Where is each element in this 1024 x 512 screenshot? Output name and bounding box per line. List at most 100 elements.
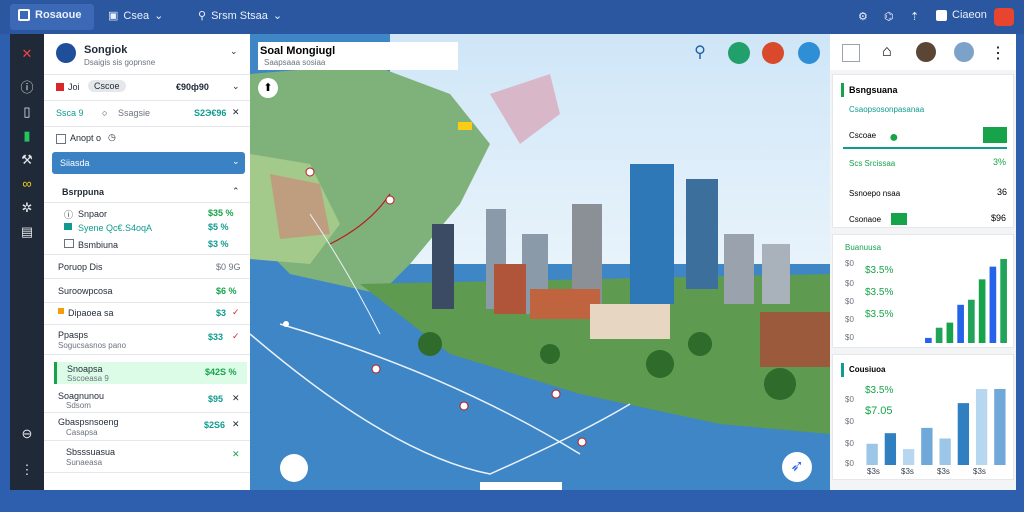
right-panel: ⌂ ⋮ Bsngsuana Csaopsosonpasanaa Cscoae ●…	[830, 34, 1016, 490]
list-item[interactable]: Bsmbiuna $3 %	[44, 236, 250, 255]
avatar[interactable]	[916, 42, 936, 62]
avatar[interactable]	[954, 42, 974, 62]
filter-row[interactable]: Joi Cscoe €90ф90 ⌄	[44, 76, 250, 101]
location-button[interactable]	[280, 454, 308, 482]
document-icon[interactable]: ▯	[19, 104, 35, 120]
grid-icon[interactable]	[842, 44, 860, 62]
list-item[interactable]: Sbsssuasua Sunaeasa ✕	[44, 444, 250, 473]
flag-icon	[56, 83, 64, 91]
chart-bar	[978, 279, 986, 343]
chevron-down-icon: ⌄	[232, 156, 240, 166]
chart-bar	[957, 304, 964, 343]
map-pin	[459, 401, 469, 411]
close-icon[interactable]: ✕	[232, 393, 240, 404]
stats-card: Bsngsuana Csaopsosonpasanaa Cscoae ● Scs…	[832, 74, 1014, 228]
list-item[interactable]: Soagnunou Sdsom $95 ✕	[44, 388, 250, 413]
chart-card: Cousiuoa $3.5% $7.05 $0 $0 $0 $0 $3s $3s…	[832, 354, 1014, 480]
chevron-down-icon: ⌄	[272, 10, 283, 22]
list-item[interactable]: Dipaoea sa $3 ✓	[44, 302, 250, 325]
chart-bar	[921, 427, 933, 465]
list-item[interactable]: Syene Qc€.S4oqA $5 %	[44, 220, 250, 236]
settings-icon[interactable]: ⚙	[858, 10, 868, 23]
user-icon	[936, 9, 947, 21]
close-icon[interactable]: ✕	[232, 449, 240, 460]
chart-bar	[902, 449, 915, 465]
pin-icon[interactable]: ⚲	[690, 42, 710, 62]
top-bar: Rosaoue ▣ Csea ⌄ ⚲ Srsm Stsaa ⌄ ⚙ ⌬ ⇡ Ci…	[0, 0, 1024, 34]
check-icon: ✓	[232, 307, 240, 317]
location-icon	[56, 43, 76, 63]
chart-bar	[1000, 259, 1007, 343]
close-icon[interactable]: ✕	[232, 419, 240, 430]
pin-icon: ⚲	[198, 10, 207, 22]
chevron-down-icon[interactable]: ⌄	[232, 81, 240, 92]
more-icon[interactable]: ⋮	[19, 462, 35, 478]
navigate-icon[interactable]: ➶	[782, 452, 812, 482]
close-icon[interactable]: ✕	[19, 46, 35, 62]
panel-title: Songiok	[84, 44, 128, 56]
filter-chip[interactable]: Cscoe	[88, 80, 126, 92]
list-item[interactable]: Ppasps Sogucsasnos pano $33 ✓	[44, 326, 250, 355]
tab-csea[interactable]: ▣ Csea ⌄	[108, 9, 164, 23]
chart-card: Buanuusa $3.5% $3.5% $3.5% $0 $0 $0 $0 $…	[832, 234, 1014, 348]
map-pin	[551, 389, 561, 399]
share-icon[interactable]: ⇡	[910, 10, 919, 23]
chart-bar	[994, 389, 1006, 465]
chart-bar	[939, 438, 951, 465]
avatar[interactable]	[994, 8, 1014, 26]
section-header[interactable]: Bsrppuna ⌃	[44, 182, 250, 203]
user-menu[interactable]: Ciaeon	[936, 9, 987, 21]
tag-icon	[58, 308, 64, 314]
drop-icon: ●	[889, 129, 899, 146]
more-icon[interactable]: ⋮	[990, 43, 1006, 63]
chart-bar	[935, 327, 943, 343]
chat-icon[interactable]	[728, 42, 750, 64]
map-canvas[interactable]	[250, 34, 830, 490]
layers-icon[interactable]: ▤	[19, 224, 35, 240]
tower	[630, 164, 674, 304]
app-icon	[18, 9, 30, 21]
list-item[interactable]: Poruop Dis $0 9G	[44, 256, 250, 279]
list-item[interactable]: Anopt o ◷	[44, 128, 250, 150]
edit-icon[interactable]	[798, 42, 820, 64]
list-item[interactable]: Suroowpcosa $6 %	[44, 280, 250, 303]
chevron-down-icon[interactable]: ⌄	[230, 46, 238, 57]
link-icon[interactable]: ∞	[19, 176, 35, 192]
tab-srsm[interactable]: ⚲ Srsm Stsaa ⌄	[198, 9, 283, 23]
building	[494, 264, 526, 314]
highlight-row[interactable]: Snoapsa Sscoeasa 9 $42S %	[54, 362, 247, 384]
card-icon	[64, 223, 72, 230]
list-item[interactable]: Gbaspsnsoeng Casapsa $2S6 ✕	[44, 414, 250, 441]
app-tab-content[interactable]: Rosaoue	[18, 9, 81, 21]
minus-circle-icon[interactable]: ⊖	[19, 426, 35, 442]
home-icon[interactable]: ⌂	[882, 43, 892, 61]
book-icon[interactable]: ▮	[19, 128, 35, 144]
grid-icon: ▣	[108, 10, 119, 22]
close-icon[interactable]: ✕	[232, 107, 240, 118]
map-marker	[458, 122, 472, 130]
panel-subtitle: Dsaigis sis gopnsne	[84, 58, 156, 67]
chevron-down-icon: ⌄	[154, 10, 164, 22]
bar-chart-green	[925, 259, 1007, 343]
tower	[686, 179, 718, 289]
record-icon[interactable]	[762, 42, 784, 64]
info-icon[interactable]: ⓘ	[19, 80, 35, 96]
wrench-icon[interactable]: ⚒	[19, 152, 35, 168]
checkbox[interactable]	[56, 134, 66, 144]
chart-bar	[925, 337, 932, 343]
chart-bar	[884, 433, 897, 465]
map-title-bar: Soal Mongiugl Saapsaaa sosiaa	[258, 42, 458, 70]
list-item[interactable]: Ssca 9 ○ Ssagsie S2Э€96 ✕	[44, 102, 250, 127]
compass-icon[interactable]: ⬆	[258, 78, 278, 98]
network-icon[interactable]: ⌬	[884, 10, 894, 23]
tower	[432, 224, 454, 309]
map-view[interactable]: Soal Mongiugl Saapsaaa sosiaa ⬆ ⚲ ➶	[250, 34, 830, 490]
building	[530, 289, 600, 319]
app-tab-label: Rosaoue	[35, 9, 82, 21]
selected-dropdown[interactable]: Siiasda ⌄	[52, 152, 245, 174]
chevron-up-icon[interactable]: ⌃	[232, 186, 240, 197]
map-pin	[305, 167, 315, 177]
bar-chart-blue	[866, 389, 1006, 465]
map-pin	[577, 437, 587, 447]
cog-icon[interactable]: ✲	[19, 200, 35, 216]
